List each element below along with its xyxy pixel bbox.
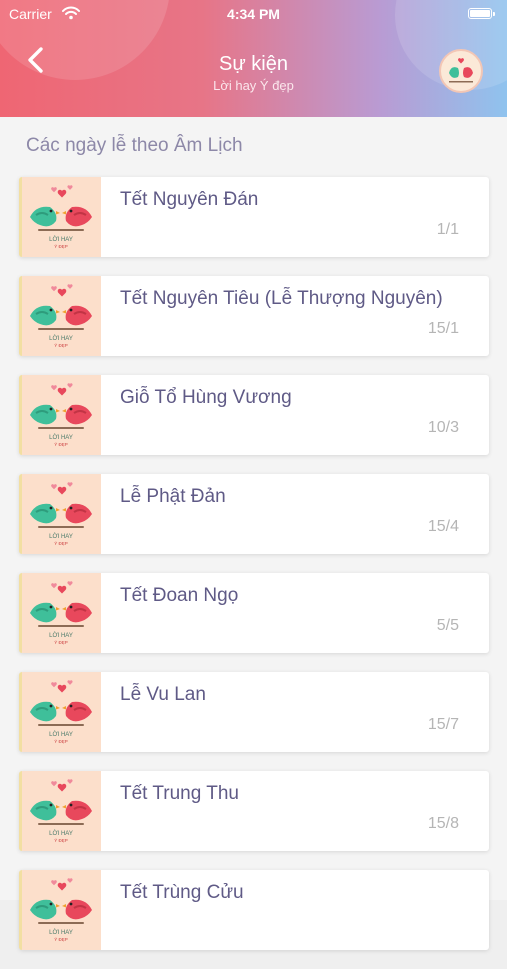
event-thumbnail: LỜI HAY Ý ĐẸP — [22, 870, 101, 950]
event-date: 1/1 — [436, 221, 459, 238]
event-date: 10/3 — [427, 419, 459, 436]
page-title: Sự kiện — [219, 53, 288, 75]
thumb-caption-line2: Ý ĐẸP — [54, 936, 68, 942]
main-content: Các ngày lễ theo Âm Lịch LỜI HAY Ý ĐẸP T… — [0, 117, 507, 950]
event-date: 15/7 — [427, 716, 459, 733]
thumb-caption-line2: Ý ĐẸP — [54, 738, 68, 744]
event-card[interactable]: LỜI HAY Ý ĐẸP Lễ Phật Đản 15/4 — [19, 474, 489, 554]
love-birds-icon: LỜI HAY Ý ĐẸP — [30, 581, 92, 645]
event-card[interactable]: LỜI HAY Ý ĐẸP Tết Nguyên Đán 1/1 — [19, 177, 489, 257]
event-date: 15/8 — [427, 815, 459, 832]
page-subtitle: Lời hay Ý đẹp — [213, 78, 294, 93]
thumb-caption-line2: Ý ĐẸP — [54, 342, 68, 348]
event-date: 5/5 — [436, 617, 459, 634]
thumb-caption-line1: LỜI HAY — [49, 533, 73, 540]
event-card[interactable]: LỜI HAY Ý ĐẸP Tết Trùng Cửu — [19, 870, 489, 950]
event-name: Tết Đoan Ngọ — [120, 585, 239, 606]
thumb-caption-line2: Ý ĐẸP — [54, 243, 68, 249]
section-title: Các ngày lễ theo Âm Lịch — [26, 135, 243, 156]
love-birds-icon: LỜI HAY Ý ĐẸP — [30, 680, 92, 744]
thumb-caption-line1: LỜI HAY — [49, 830, 73, 837]
thumb-caption-line2: Ý ĐẸP — [54, 639, 68, 645]
thumb-caption-line1: LỜI HAY — [49, 929, 73, 936]
battery-icon — [468, 8, 495, 19]
thumb-caption-line1: LỜI HAY — [49, 731, 73, 738]
thumb-caption-line1: LỜI HAY — [49, 434, 73, 441]
event-card[interactable]: LỜI HAY Ý ĐẸP Tết Nguyên Tiêu (Lễ Thượng… — [19, 276, 489, 356]
event-thumbnail: LỜI HAY Ý ĐẸP — [22, 474, 101, 554]
event-card[interactable]: LỜI HAY Ý ĐẸP Giỗ Tổ Hùng Vương 10/3 — [19, 375, 489, 455]
event-name: Lễ Vu Lan — [120, 684, 206, 705]
event-list: LỜI HAY Ý ĐẸP Tết Nguyên Đán 1/1 LỜI HAY… — [19, 177, 489, 969]
thumb-caption-line2: Ý ĐẸP — [54, 837, 68, 843]
event-thumbnail: LỜI HAY Ý ĐẸP — [22, 672, 101, 752]
thumb-caption-line1: LỜI HAY — [49, 236, 73, 243]
love-birds-icon: LỜI HAY Ý ĐẸP — [30, 878, 92, 942]
header-bar: Carrier 4:34 PM Sự kiện Lời hay Ý đẹp — [0, 0, 507, 117]
event-date: 15/4 — [427, 518, 459, 535]
thumb-caption-line2: Ý ĐẸP — [54, 540, 68, 546]
event-name: Tết Trùng Cửu — [120, 882, 244, 903]
event-card[interactable]: LỜI HAY Ý ĐẸP Lễ Vu Lan 15/7 — [19, 672, 489, 752]
event-thumbnail: LỜI HAY Ý ĐẸP — [22, 375, 101, 455]
love-birds-icon: LỜI HAY Ý ĐẸP — [30, 482, 92, 546]
event-name: Giỗ Tổ Hùng Vương — [120, 387, 292, 408]
thumb-caption-line2: Ý ĐẸP — [54, 441, 68, 447]
event-thumbnail: LỜI HAY Ý ĐẸP — [22, 573, 101, 653]
event-name: Tết Trung Thu — [120, 783, 239, 804]
status-time: 4:34 PM — [227, 6, 280, 22]
love-birds-icon: LỜI HAY Ý ĐẸP — [30, 284, 92, 348]
status-bar: Carrier 4:34 PM — [0, 0, 507, 28]
event-card[interactable]: LỜI HAY Ý ĐẸP Tết Trung Thu 15/8 — [19, 771, 489, 851]
event-thumbnail: LỜI HAY Ý ĐẸP — [22, 177, 101, 257]
event-thumbnail: LỜI HAY Ý ĐẸP — [22, 771, 101, 851]
event-card[interactable]: LỜI HAY Ý ĐẸP Tết Đoan Ngọ 5/5 — [19, 573, 489, 653]
love-birds-icon: LỜI HAY Ý ĐẸP — [30, 383, 92, 447]
thumb-caption-line1: LỜI HAY — [49, 632, 73, 639]
love-birds-icon: LỜI HAY Ý ĐẸP — [30, 779, 92, 843]
event-thumbnail: LỜI HAY Ý ĐẸP — [22, 276, 101, 356]
love-birds-icon: LỜI HAY Ý ĐẸP — [30, 185, 92, 249]
app-logo-button[interactable] — [439, 49, 483, 93]
thumb-caption-line1: LỜI HAY — [49, 335, 73, 342]
event-name: Lễ Phật Đản — [120, 486, 226, 507]
event-name: Tết Nguyên Tiêu (Lễ Thượng Nguyên) — [120, 288, 443, 309]
love-birds-icon — [449, 58, 473, 83]
event-date: 15/1 — [427, 320, 459, 337]
event-name: Tết Nguyên Đán — [120, 189, 259, 210]
